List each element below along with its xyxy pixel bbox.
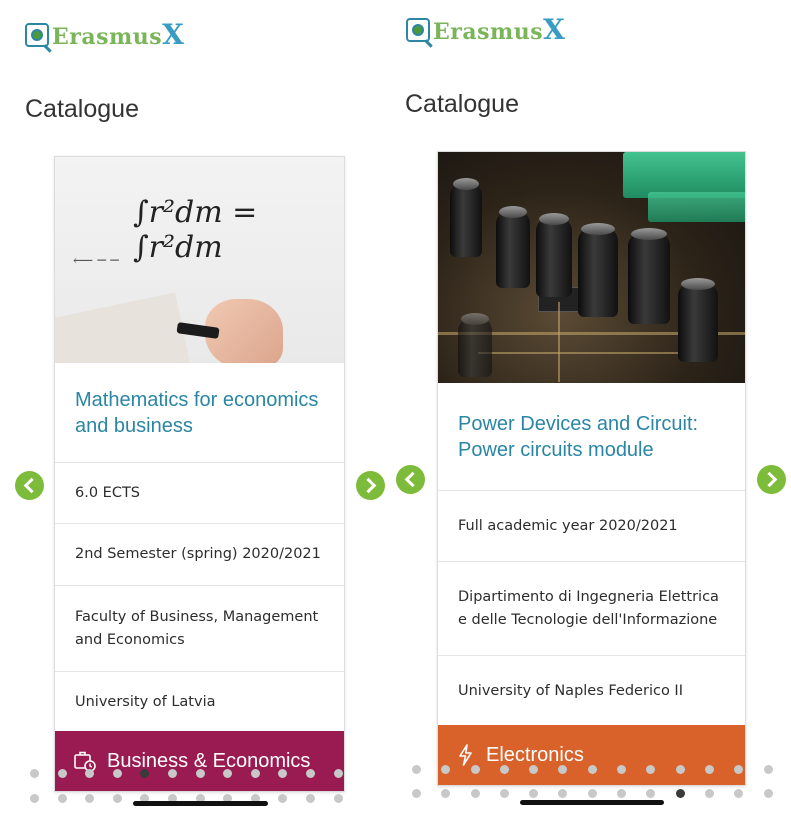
course-card[interactable]: Power Devices and Circuit: Power circuit…	[437, 151, 746, 786]
circuit-board-photo	[438, 152, 745, 383]
erasmusx-logo[interactable]: ErasmusX	[406, 13, 566, 48]
logo-text-suffix: X	[162, 18, 185, 51]
pagination-dot[interactable]	[441, 789, 451, 798]
screen-left: ErasmusX Catalogue ∫r²dm = ∫r²dm ⟵ ─ ─ M…	[0, 0, 395, 814]
pagination-dot[interactable]	[305, 794, 315, 803]
pagination-dot[interactable]	[412, 789, 421, 798]
pagination-dot[interactable]	[499, 789, 509, 798]
pagination-dot[interactable]	[85, 769, 95, 778]
pagination-dot[interactable]	[412, 765, 421, 774]
logo-text-suffix: X	[543, 13, 566, 46]
logo-text-prefix: Erasmus	[52, 24, 163, 50]
pagination-dot[interactable]	[30, 769, 39, 778]
prev-arrow-button[interactable]	[396, 465, 425, 494]
course-title[interactable]: Power Devices and Circuit: Power circuit…	[438, 383, 745, 491]
pagination-dot[interactable]	[470, 765, 480, 774]
pagination-dot[interactable]	[734, 765, 744, 774]
pagination-dot[interactable]	[617, 789, 627, 798]
pagination-dot[interactable]	[558, 789, 568, 798]
pagination-dot[interactable]	[558, 765, 568, 774]
pagination-dot[interactable]	[30, 794, 39, 803]
course-period: 2nd Semester (spring) 2020/2021	[55, 524, 344, 586]
course-faculty: Faculty of Business, Management and Econ…	[55, 586, 344, 672]
pagination-dot[interactable]	[305, 769, 315, 778]
course-credits: 6.0 ECTS	[55, 463, 344, 524]
pagination-dot[interactable]	[704, 765, 714, 774]
pagination-dot[interactable]	[278, 769, 288, 778]
pagination-dot[interactable]	[529, 765, 539, 774]
globe-search-icon	[25, 22, 52, 53]
prev-arrow-button[interactable]	[15, 471, 44, 500]
course-university: University of Naples Federico II	[458, 683, 683, 699]
pagination-dot[interactable]	[333, 794, 343, 803]
pagination-dot[interactable]	[587, 765, 597, 774]
logo-text-prefix: Erasmus	[433, 19, 544, 45]
lightning-icon	[459, 744, 472, 766]
erasmusx-logo[interactable]: ErasmusX	[25, 18, 185, 53]
pagination-dot-active[interactable]	[140, 769, 150, 778]
pagination-dot[interactable]	[734, 789, 744, 798]
screen-right: ErasmusX Catalogue Power Devices and Cir…	[381, 0, 791, 814]
course-title[interactable]: Mathematics for economics and business	[55, 363, 344, 463]
home-indicator	[133, 801, 268, 806]
pagination-dot[interactable]	[763, 765, 773, 774]
whiteboard-math-photo: ∫r²dm = ∫r²dm ⟵ ─ ─	[55, 157, 344, 363]
pagination-dot[interactable]	[167, 769, 177, 778]
pagination-dot[interactable]	[195, 769, 205, 778]
pagination-dot[interactable]	[57, 794, 67, 803]
pagination-dot-active[interactable]	[675, 789, 685, 798]
pagination-dot[interactable]	[617, 765, 627, 774]
home-indicator	[520, 800, 664, 805]
course-period: Full academic year 2020/2021	[438, 491, 745, 562]
pagination-dot[interactable]	[646, 765, 656, 774]
course-department: Dipartimento di Ingegneria Elettrica e d…	[438, 562, 745, 656]
pagination-dot[interactable]	[85, 794, 95, 803]
pagination-dot[interactable]	[675, 765, 685, 774]
pagination-dot[interactable]	[587, 789, 597, 798]
pagination-dot[interactable]	[646, 789, 656, 798]
next-arrow-button[interactable]	[757, 465, 786, 494]
pagination-dot[interactable]	[112, 769, 122, 778]
course-card[interactable]: ∫r²dm = ∫r²dm ⟵ ─ ─ Mathematics for econ…	[54, 156, 345, 792]
page-title: Catalogue	[405, 90, 519, 118]
pagination-dot[interactable]	[470, 789, 480, 798]
pagination-dot[interactable]	[278, 794, 288, 803]
globe-search-icon	[406, 17, 433, 48]
pagination-dot[interactable]	[704, 789, 714, 798]
pagination-dots[interactable]	[412, 765, 773, 798]
pagination-dot[interactable]	[250, 769, 260, 778]
pagination-dot[interactable]	[57, 769, 67, 778]
pagination-dot[interactable]	[223, 769, 233, 778]
pagination-dot[interactable]	[441, 765, 451, 774]
course-university: University of Latvia	[75, 694, 216, 710]
pagination-dot[interactable]	[333, 769, 343, 778]
pagination-dot[interactable]	[763, 789, 773, 798]
pagination-dots[interactable]	[30, 769, 343, 803]
pagination-dot[interactable]	[499, 765, 509, 774]
pagination-dot[interactable]	[529, 789, 539, 798]
page-title: Catalogue	[25, 95, 139, 123]
pagination-dot[interactable]	[112, 794, 122, 803]
category-label: Electronics	[486, 743, 584, 766]
